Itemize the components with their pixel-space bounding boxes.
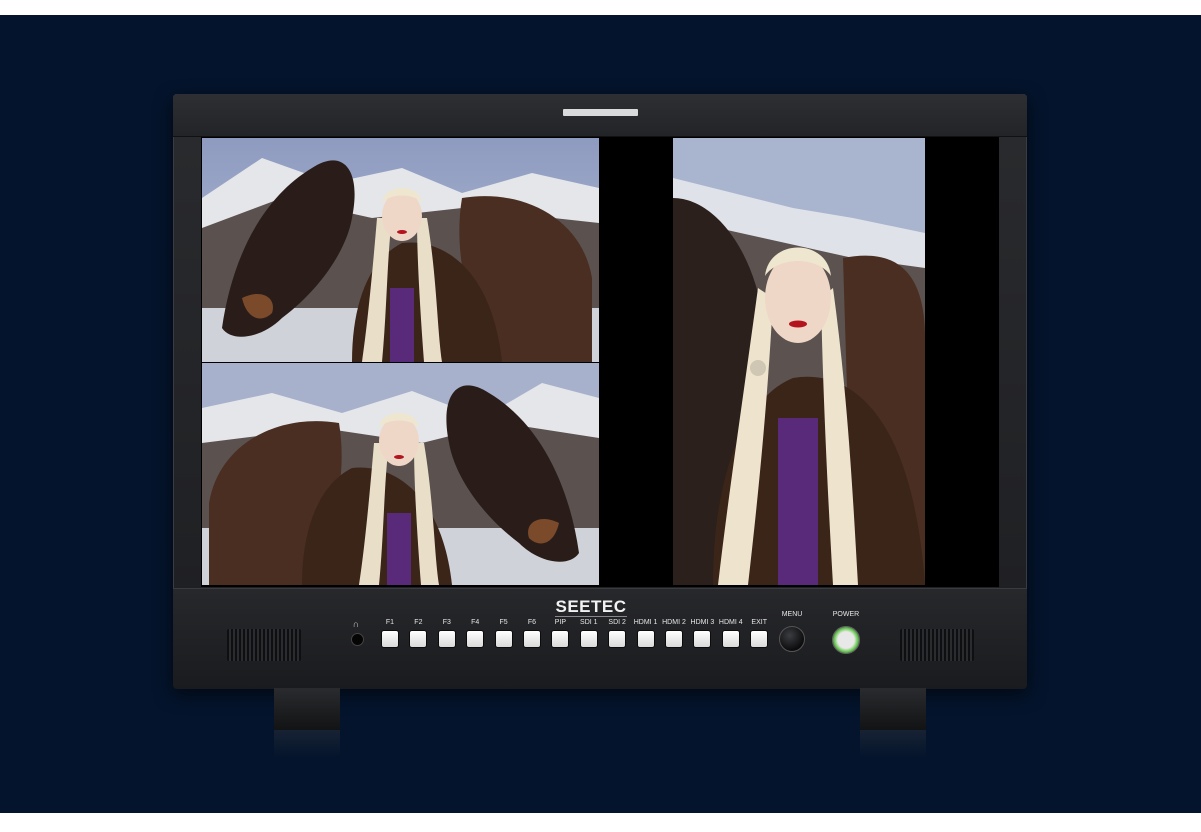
stand-reflection-left (274, 730, 340, 758)
brand-logo: SEETEC (555, 597, 627, 616)
power-button[interactable] (832, 626, 860, 654)
video-window-3 (673, 138, 925, 585)
video-frame-horse-woman (202, 138, 599, 362)
speaker-grille-right (900, 629, 974, 661)
video-window-2 (202, 363, 599, 585)
video-window-1 (202, 138, 599, 362)
hdmi-4-button[interactable] (722, 631, 739, 647)
hdmi-3-button[interactable] (694, 631, 711, 647)
control-panel: SEETEC ∩ F1 F2 F3 F4 F5 F6 PIP SDI 1 SDI 2 HDMI 1… (173, 588, 1027, 689)
menu-knob[interactable] (779, 626, 805, 652)
stand-reflection-right (860, 730, 926, 758)
sdi-2-button[interactable] (609, 631, 626, 647)
stand-foot-right (860, 688, 926, 730)
f4-button[interactable] (467, 631, 484, 647)
hdmi-2-button[interactable] (666, 631, 682, 647)
display-screen (201, 137, 999, 587)
top-bezel (173, 94, 1027, 137)
hdmi-1-button[interactable] (637, 631, 654, 647)
pip-button[interactable] (552, 631, 569, 647)
f6-button[interactable] (524, 631, 540, 647)
exit-button[interactable] (751, 631, 768, 647)
f2-button[interactable] (410, 631, 427, 647)
brand-underline (555, 616, 627, 617)
f5-button[interactable] (495, 631, 512, 647)
power-label: POWER (832, 611, 860, 618)
light-sensor-strip (563, 109, 638, 116)
video-frame-horse-woman-mirrored (202, 363, 599, 585)
video-frame-portrait (673, 138, 925, 585)
sdi-1-button[interactable] (580, 631, 597, 647)
f1-button[interactable] (382, 631, 398, 647)
broadcast-monitor: SEETEC ∩ F1 F2 F3 F4 F5 F6 PIP SDI 1 SDI 2 HDMI 1… (173, 94, 1027, 689)
f3-button[interactable] (438, 631, 455, 647)
headphone-jack[interactable] (351, 633, 364, 646)
speaker-grille-left (227, 629, 301, 661)
menu-label: MENU (781, 611, 803, 618)
stand-foot-left (274, 688, 340, 730)
button-label-exit: EXIT (751, 619, 767, 626)
headphone-icon: ∩ (352, 619, 360, 629)
